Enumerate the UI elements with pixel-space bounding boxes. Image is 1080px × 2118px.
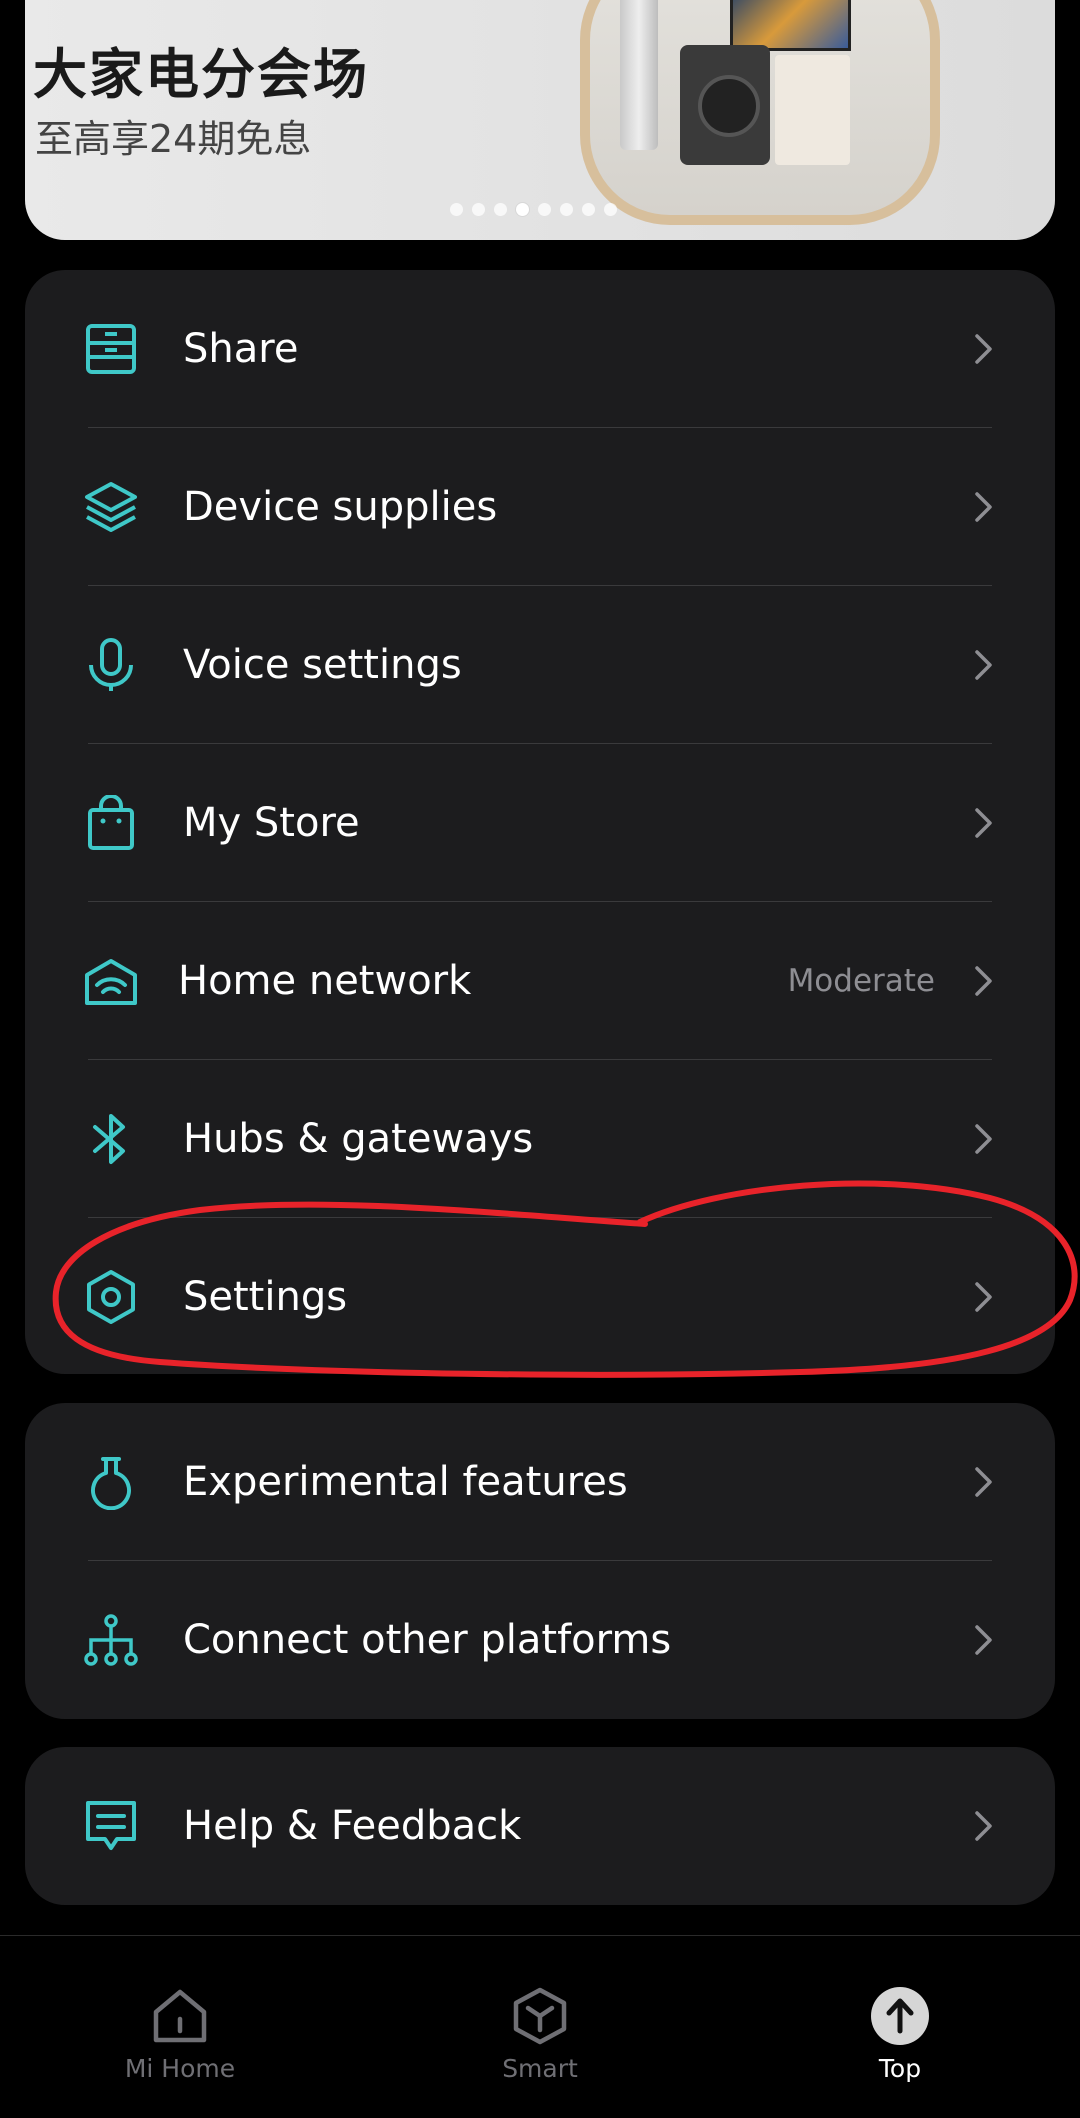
chevron-right-icon — [975, 492, 992, 522]
menu-item-label: My Store — [183, 800, 360, 846]
cube-icon — [513, 1987, 567, 2045]
menu-card-advanced: Experimental features Connect other plat… — [25, 1403, 1055, 1719]
nav-label: Top — [878, 2054, 922, 2083]
nav-top[interactable]: Top — [800, 1936, 1000, 2118]
menu-item-label: Help & Feedback — [183, 1803, 522, 1849]
chevron-right-icon — [975, 808, 992, 838]
promo-banner[interactable]: 大家电分会场 至高享24期免息 — [25, 0, 1055, 240]
carousel-dot — [494, 203, 507, 216]
nav-smart[interactable]: Smart — [440, 1936, 640, 2118]
menu-item-label: Voice settings — [183, 642, 462, 688]
menu-item-label: Hubs & gateways — [183, 1116, 534, 1162]
carousel-dot — [604, 203, 617, 216]
chevron-right-icon — [975, 650, 992, 680]
layers-icon — [85, 482, 137, 532]
menu-item-voice-settings[interactable]: Voice settings — [25, 586, 1055, 744]
chevron-right-icon — [975, 1467, 992, 1497]
menu-item-label: Home network — [178, 958, 472, 1004]
chevron-right-icon — [975, 1124, 992, 1154]
arrow-up-circle-icon — [871, 1987, 929, 2045]
menu-item-settings[interactable]: Settings — [25, 1218, 1055, 1376]
banner-subtitle: 至高享24期免息 — [35, 117, 312, 161]
microphone-icon — [89, 638, 133, 691]
menu-item-help-feedback[interactable]: Help & Feedback — [25, 1747, 1055, 1905]
hexagon-settings-icon — [87, 1270, 135, 1324]
chevron-right-icon — [975, 1282, 992, 1312]
cabinet-icon — [86, 324, 136, 374]
menu-item-device-supplies[interactable]: Device supplies — [25, 428, 1055, 586]
carousel-dot — [450, 203, 463, 216]
bluetooth-icon — [93, 1114, 125, 1164]
menu-card-help: Help & Feedback — [25, 1747, 1055, 1905]
menu-item-label: Share — [183, 326, 299, 372]
chevron-right-icon — [975, 1625, 992, 1655]
message-icon — [86, 1801, 136, 1850]
banner-title: 大家电分会场 — [33, 43, 369, 106]
chevron-right-icon — [975, 966, 992, 996]
carousel-dot — [560, 203, 573, 216]
menu-item-my-store[interactable]: My Store — [25, 744, 1055, 902]
carousel-dot — [472, 203, 485, 216]
nav-label: Mi Home — [124, 2054, 236, 2083]
banner-product-image — [580, 0, 940, 225]
screen: 大家电分会场 至高享24期免息 Share Device supplies Vo… — [0, 0, 1080, 2118]
menu-item-home-network[interactable]: Home network Moderate — [25, 902, 1055, 1060]
bottom-navigation: Mi Home Smart Top — [0, 1935, 1080, 2118]
chevron-right-icon — [975, 1811, 992, 1841]
shopping-bag-icon — [88, 795, 134, 850]
nav-label: Smart — [502, 2054, 578, 2083]
flask-icon — [91, 1457, 131, 1510]
nav-mi-home[interactable]: Mi Home — [80, 1936, 280, 2118]
network-nodes-icon — [84, 1614, 138, 1666]
menu-item-label: Device supplies — [183, 484, 498, 530]
menu-card-main: Share Device supplies Voice settings My … — [25, 270, 1055, 1374]
wifi-router-icon — [85, 959, 137, 1005]
carousel-dot — [582, 203, 595, 216]
menu-item-label: Experimental features — [183, 1459, 628, 1505]
menu-item-label: Connect other platforms — [183, 1617, 672, 1663]
menu-item-hubs-gateways[interactable]: Hubs & gateways — [25, 1060, 1055, 1218]
carousel-dot-active — [516, 203, 529, 216]
house-icon — [153, 1989, 207, 2043]
chevron-right-icon — [975, 334, 992, 364]
menu-item-share[interactable]: Share — [25, 270, 1055, 428]
carousel-dots — [450, 203, 617, 216]
carousel-dot — [538, 203, 551, 216]
menu-item-connect-other-platforms[interactable]: Connect other platforms — [25, 1561, 1055, 1719]
menu-item-label: Settings — [183, 1274, 348, 1320]
menu-item-experimental-features[interactable]: Experimental features — [25, 1403, 1055, 1561]
home-network-status: Moderate — [787, 963, 935, 999]
